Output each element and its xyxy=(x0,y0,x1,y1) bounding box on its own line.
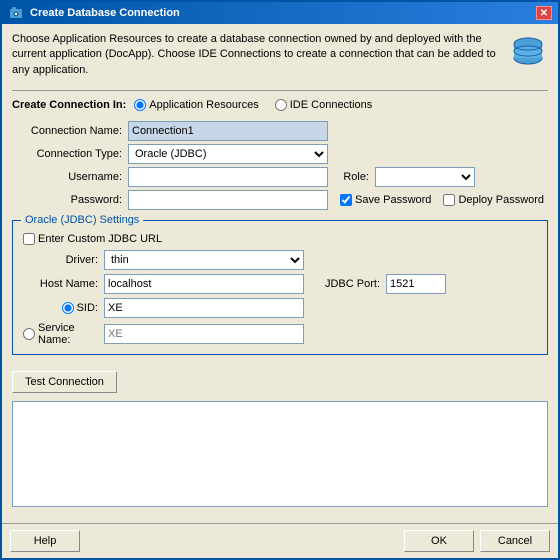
deploy-password-checkbox[interactable] xyxy=(443,194,455,206)
username-input[interactable] xyxy=(128,167,328,187)
connection-type-radio-group: Application Resources IDE Connections xyxy=(134,99,372,111)
sid-input[interactable] xyxy=(104,298,304,318)
main-window: Create Database Connection ✕ Choose Appl… xyxy=(0,0,560,560)
service-name-label: Service Name: xyxy=(38,322,98,346)
right-buttons: OK Cancel xyxy=(404,530,550,552)
username-label: Username: xyxy=(12,171,122,183)
service-name-radio-item[interactable]: Service Name: xyxy=(23,322,98,346)
bottom-buttons-bar: Help OK Cancel xyxy=(2,523,558,558)
connection-type-select[interactable]: Oracle (JDBC) MySQL PostgreSQL xyxy=(128,144,328,164)
jdbc-port-input[interactable] xyxy=(386,274,446,294)
cancel-button[interactable]: Cancel xyxy=(480,530,550,552)
jdbc-port-label: JDBC Port: xyxy=(310,278,380,290)
host-label: Host Name: xyxy=(23,278,98,290)
save-password-checkbox[interactable] xyxy=(340,194,352,206)
app-resources-label: Application Resources xyxy=(149,99,258,111)
password-input[interactable] xyxy=(128,190,328,210)
ide-connections-radio[interactable] xyxy=(275,99,287,111)
role-label: Role: xyxy=(334,171,369,183)
sid-label: SID: xyxy=(77,302,98,314)
create-connection-row: Create Connection In: Application Resour… xyxy=(12,99,548,111)
deploy-password-item[interactable]: Deploy Password xyxy=(443,194,544,206)
content-area: Choose Application Resources to create a… xyxy=(2,24,558,523)
sid-radio[interactable] xyxy=(62,302,74,314)
window-icon xyxy=(8,5,24,21)
ok-button[interactable]: OK xyxy=(404,530,474,552)
deploy-password-label: Deploy Password xyxy=(458,194,544,206)
connection-name-label: Connection Name: xyxy=(12,125,122,137)
test-connection-button[interactable]: Test Connection xyxy=(12,371,117,393)
create-connection-label: Create Connection In: xyxy=(12,99,126,111)
custom-jdbc-label: Enter Custom JDBC URL xyxy=(38,233,162,245)
app-resources-radio[interactable] xyxy=(134,99,146,111)
test-connection-row: Test Connection xyxy=(12,371,548,393)
divider-1 xyxy=(12,90,548,91)
ide-connections-radio-item[interactable]: IDE Connections xyxy=(275,99,373,111)
custom-jdbc-item[interactable]: Enter Custom JDBC URL xyxy=(23,233,537,245)
service-name-input[interactable] xyxy=(104,324,304,344)
description-text: Choose Application Resources to create a… xyxy=(12,32,500,78)
driver-select[interactable]: thin oci xyxy=(104,250,304,270)
app-resources-radio-item[interactable]: Application Resources xyxy=(134,99,258,111)
description-row: Choose Application Resources to create a… xyxy=(12,32,548,78)
database-icon xyxy=(508,34,548,74)
password-label: Password: xyxy=(12,194,122,206)
driver-label: Driver: xyxy=(23,254,98,266)
connection-name-input[interactable] xyxy=(128,121,328,141)
oracle-settings-section: Oracle (JDBC) Settings Enter Custom JDBC… xyxy=(12,220,548,355)
oracle-settings-inner: Enter Custom JDBC URL Driver: thin oci H… xyxy=(23,233,537,346)
oracle-settings-title: Oracle (JDBC) Settings xyxy=(21,214,143,226)
window-title: Create Database Connection xyxy=(30,7,530,19)
host-input[interactable] xyxy=(104,274,304,294)
close-button[interactable]: ✕ xyxy=(536,6,552,20)
save-password-label: Save Password xyxy=(355,194,431,206)
output-area xyxy=(12,401,548,507)
sid-radio-item[interactable]: SID: xyxy=(23,302,98,314)
save-password-item[interactable]: Save Password xyxy=(340,194,431,206)
title-bar: Create Database Connection ✕ xyxy=(2,2,558,24)
ide-connections-label: IDE Connections xyxy=(290,99,373,111)
service-name-radio[interactable] xyxy=(23,328,35,340)
role-select[interactable]: DBA SYSDBA xyxy=(375,167,475,187)
connection-type-label: Connection Type: xyxy=(12,148,122,160)
help-button[interactable]: Help xyxy=(10,530,80,552)
custom-jdbc-checkbox[interactable] xyxy=(23,233,35,245)
